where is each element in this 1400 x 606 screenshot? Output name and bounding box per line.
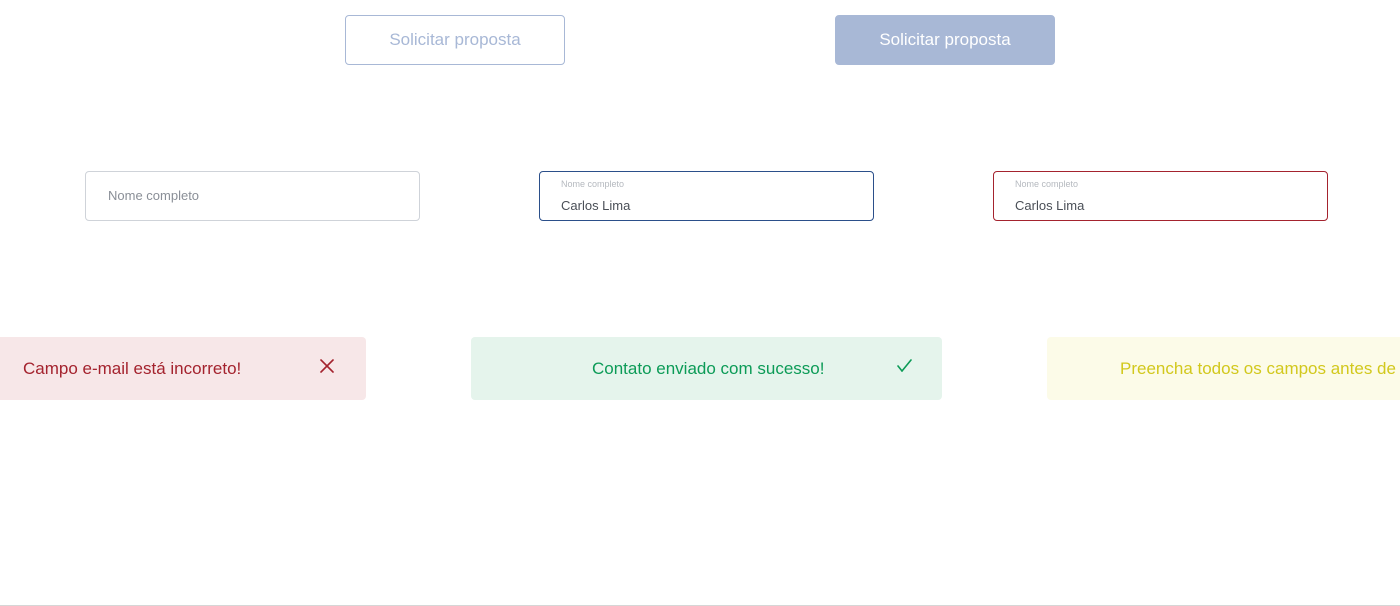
full-name-floating-label-error: Nome completo: [1015, 179, 1079, 189]
full-name-input-focused[interactable]: Nome completo Carlos Lima: [539, 171, 874, 221]
full-name-placeholder: Nome completo: [108, 188, 200, 203]
warning-toast: Preencha todos os campos antes de enviar…: [1047, 337, 1400, 400]
full-name-input-default[interactable]: Nome completo: [85, 171, 420, 221]
full-name-value: Carlos Lima: [561, 198, 631, 213]
error-toast: Campo e-mail está incorreto!: [0, 337, 366, 400]
request-proposal-button-filled-label: Solicitar proposta: [879, 30, 1011, 49]
full-name-floating-label: Nome completo: [561, 179, 625, 189]
success-toast-message: Contato enviado com sucesso!: [592, 358, 825, 378]
request-proposal-button-outline[interactable]: Solicitar proposta: [345, 15, 565, 65]
full-name-input-error[interactable]: Nome completo Carlos Lima: [993, 171, 1328, 221]
full-name-value-error: Carlos Lima: [1015, 198, 1085, 213]
warning-toast-message: Preencha todos os campos antes de enviar…: [1120, 358, 1400, 378]
check-icon[interactable]: [897, 359, 913, 373]
error-toast-message: Campo e-mail está incorreto!: [23, 358, 242, 378]
request-proposal-button-filled[interactable]: Solicitar proposta: [835, 15, 1055, 65]
success-toast: Contato enviado com sucesso!: [471, 337, 942, 400]
request-proposal-button-outline-label: Solicitar proposta: [389, 30, 521, 49]
close-icon[interactable]: [320, 359, 334, 373]
